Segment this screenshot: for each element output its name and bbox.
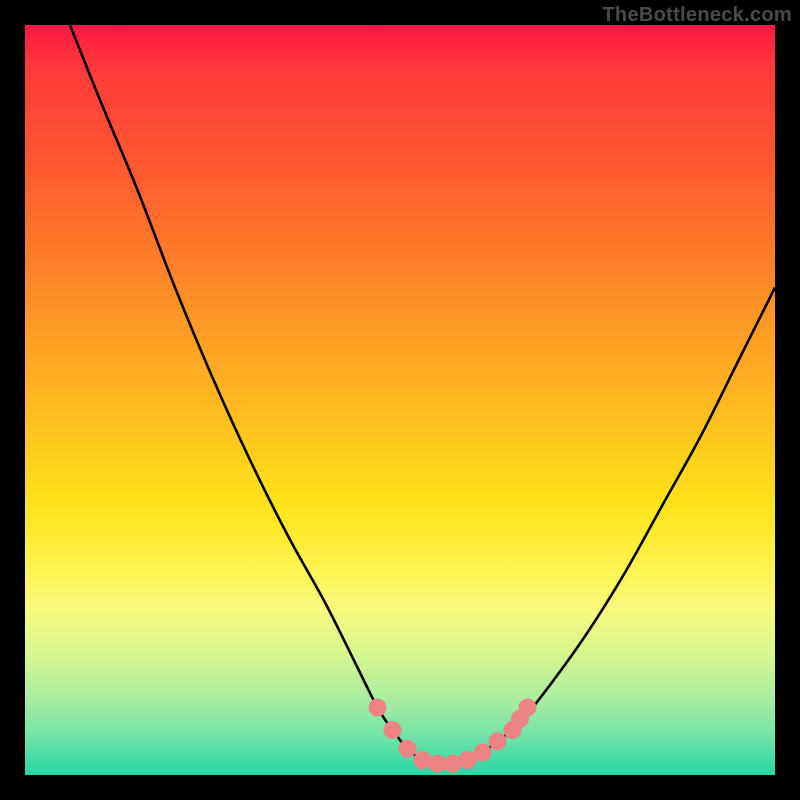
curve-marker <box>519 699 537 717</box>
curve-marker <box>489 732 507 750</box>
curve-marker <box>384 721 402 739</box>
bottleneck-curve-markers <box>369 699 537 773</box>
curve-marker <box>444 755 462 773</box>
curve-marker <box>369 699 387 717</box>
bottleneck-curve-svg <box>25 25 775 775</box>
watermark-text: TheBottleneck.com <box>602 4 792 27</box>
curve-marker <box>414 751 432 769</box>
curve-marker <box>474 744 492 762</box>
chart-frame: TheBottleneck.com <box>0 0 800 800</box>
bottleneck-curve-path <box>70 25 775 764</box>
curve-marker <box>399 740 417 758</box>
